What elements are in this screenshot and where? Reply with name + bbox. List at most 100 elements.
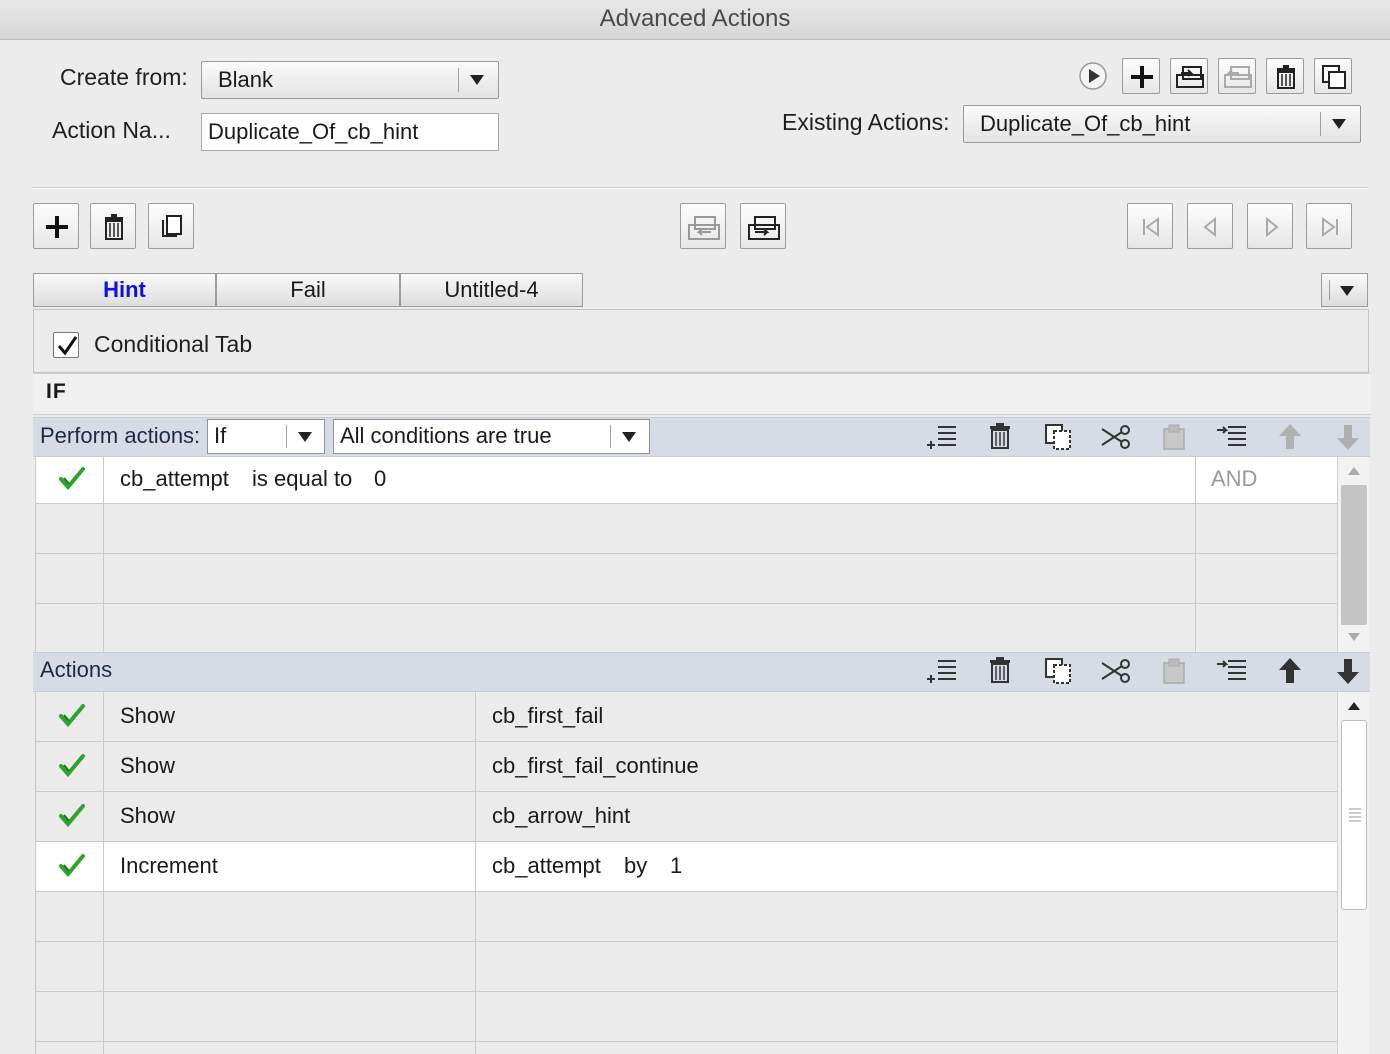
scroll-down-icon (1348, 633, 1360, 641)
create-from-value: Blank (218, 67, 274, 92)
action-extra: by (624, 853, 648, 878)
check-icon (58, 853, 86, 884)
actions-scrollbar[interactable] (1337, 692, 1369, 1054)
insert-decision-right-button[interactable] (740, 203, 786, 249)
create-from-select[interactable]: Blank (201, 61, 499, 99)
scroll-up-icon (1348, 467, 1360, 475)
first-icon (1143, 217, 1159, 237)
create-from-label: Create from: (60, 64, 188, 90)
add-decision-button[interactable] (33, 203, 79, 249)
condition-variable[interactable]: cb_attempt (120, 457, 229, 503)
if-header: IF (46, 380, 67, 403)
action-target[interactable]: cb_first_fail (492, 692, 603, 741)
match-value: All conditions are true (340, 423, 552, 448)
preview-icon[interactable] (1078, 61, 1108, 91)
action-target[interactable]: cb_attempt (492, 842, 601, 891)
move-down-icon[interactable] (1330, 655, 1366, 687)
tab-untitled-4[interactable]: Untitled-4 (400, 273, 583, 307)
trash-icon[interactable] (982, 655, 1018, 687)
scrollbar-thumb[interactable] (1341, 485, 1367, 625)
conditions-scrollbar[interactable] (1337, 457, 1369, 654)
insert-row-icon[interactable] (924, 421, 960, 453)
action-target[interactable]: cb_first_fail_continue (492, 742, 699, 791)
move-up-icon[interactable] (1272, 421, 1308, 453)
paste-icon[interactable] (1156, 655, 1192, 687)
existing-actions-select[interactable]: Duplicate_Of_cb_hint (963, 105, 1361, 143)
duplicate-action-button[interactable] (1314, 58, 1352, 94)
export-icon (1224, 66, 1252, 88)
tab-hint[interactable]: Hint (33, 273, 216, 307)
action-amount[interactable]: 1 (670, 842, 682, 891)
trash-icon[interactable] (982, 421, 1018, 453)
action-type[interactable]: Show (120, 692, 175, 741)
action-row-empty[interactable] (36, 892, 1338, 942)
condition-row[interactable]: cb_attempt is equal to 0 AND (36, 457, 1338, 504)
existing-actions-label: Existing Actions: (782, 109, 950, 135)
import-button[interactable] (1170, 58, 1208, 94)
insert-decision-left-button[interactable] (680, 203, 726, 249)
action-row[interactable]: Show cb_first_fail (36, 692, 1338, 742)
delete-decision-button[interactable] (90, 203, 136, 249)
action-row-empty[interactable] (36, 1042, 1338, 1054)
action-row[interactable]: Increment cb_attempt by 1 (36, 842, 1338, 892)
move-down-icon[interactable] (1330, 421, 1366, 453)
chevron-down-icon (1332, 119, 1346, 129)
match-select[interactable]: All conditions are true (333, 419, 650, 454)
conditional-tab-checkbox[interactable] (53, 332, 79, 358)
copy-decision-button[interactable] (148, 203, 194, 249)
condition-row-empty[interactable] (36, 604, 1338, 654)
insert-right-icon (748, 216, 780, 240)
move-up-icon[interactable] (1272, 655, 1308, 687)
actions-grid: Show cb_first_fail Show cb_first_fail_conti… (35, 692, 1338, 1054)
previous-icon (1203, 216, 1216, 238)
import-icon (1176, 66, 1204, 88)
export-button[interactable] (1218, 58, 1256, 94)
condition-row-empty[interactable] (36, 504, 1338, 554)
paste-icon[interactable] (1156, 421, 1192, 453)
chevron-down-icon (622, 432, 636, 442)
add-icon (46, 216, 68, 238)
action-name-field[interactable]: Duplicate_Of_cb_hint (201, 113, 499, 151)
action-name-label: Action Na... (52, 117, 171, 143)
chevron-down-icon (298, 432, 312, 442)
copy-icon[interactable] (1040, 655, 1076, 687)
scrollbar-thumb[interactable] (1341, 720, 1367, 910)
action-row-empty[interactable] (36, 992, 1338, 1042)
action-type[interactable]: Show (120, 742, 175, 791)
action-type[interactable]: Increment (120, 842, 218, 891)
action-row[interactable]: Show cb_arrow_hint (36, 792, 1338, 842)
condition-value[interactable]: 0 (374, 457, 386, 503)
cut-icon[interactable] (1098, 421, 1134, 453)
check-icon (58, 803, 86, 834)
tabs-overflow-button[interactable] (1321, 273, 1368, 307)
first-decision-button[interactable] (1127, 203, 1173, 249)
perform-select[interactable]: If (207, 419, 325, 454)
duplicate-icon (1322, 65, 1346, 89)
if-header-bar (33, 373, 1371, 415)
action-row-empty[interactable] (36, 942, 1338, 992)
last-decision-button[interactable] (1306, 203, 1352, 249)
insert-row-icon[interactable] (924, 655, 960, 687)
condition-logic[interactable]: AND (1211, 457, 1257, 503)
action-type[interactable]: Show (120, 792, 175, 841)
copy-icon[interactable] (1040, 421, 1076, 453)
condition-row-empty[interactable] (36, 554, 1338, 604)
trash-icon (1277, 65, 1295, 89)
tab-fail[interactable]: Fail (216, 273, 400, 307)
perform-actions-label: Perform actions: (40, 423, 201, 448)
add-action-button[interactable] (1122, 58, 1160, 94)
insert-after-icon[interactable] (1214, 421, 1250, 453)
previous-decision-button[interactable] (1187, 203, 1233, 249)
delete-action-button[interactable] (1266, 58, 1304, 94)
chevron-down-icon (470, 75, 484, 85)
check-icon (58, 703, 86, 734)
action-target[interactable]: cb_arrow_hint (492, 792, 630, 841)
action-row[interactable]: Show cb_first_fail_continue (36, 742, 1338, 792)
conditional-tab-label: Conditional Tab (94, 331, 253, 357)
check-icon (58, 466, 86, 497)
condition-operator[interactable]: is equal to (252, 457, 352, 503)
cut-icon[interactable] (1098, 655, 1134, 687)
insert-after-icon[interactable] (1214, 655, 1250, 687)
next-decision-button[interactable] (1247, 203, 1293, 249)
copy-icon (162, 215, 182, 237)
